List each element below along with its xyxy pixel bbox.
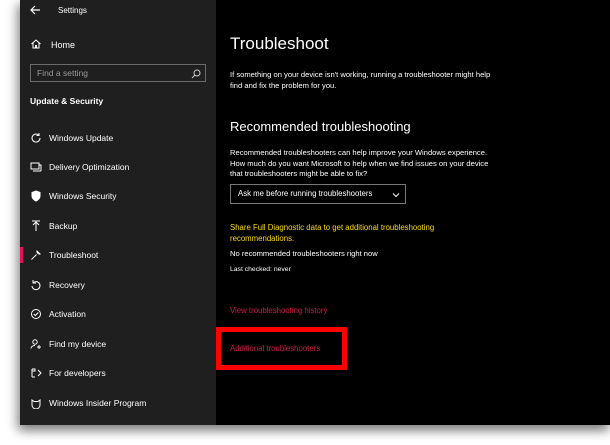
developer-icon (30, 367, 42, 379)
sidebar-item-label: Windows Update (49, 133, 114, 143)
sidebar: Settings Home Find a setting Update & Se… (20, 0, 216, 425)
sidebar-item-windows-update[interactable]: Windows Update (20, 128, 216, 148)
sidebar-item-windows-security[interactable]: Windows Security (20, 186, 216, 206)
sidebar-item-windows-insider-program[interactable]: Windows Insider Program (20, 393, 216, 413)
sidebar-item-label: For developers (49, 368, 106, 378)
sidebar-item-activation[interactable]: Activation (20, 304, 216, 324)
sidebar-item-label: Windows Insider Program (49, 398, 147, 408)
sidebar-item-label: Troubleshoot (49, 250, 99, 260)
sidebar-item-label: Activation (49, 309, 86, 319)
home-icon (30, 38, 44, 52)
person-locate-icon (30, 338, 42, 350)
sidebar-item-troubleshoot[interactable]: Troubleshoot (20, 245, 216, 265)
sidebar-item-label: Recovery (49, 280, 85, 290)
sidebar-item-label: Backup (49, 221, 78, 231)
dropdown-value: Ask me before running troubleshooters (238, 189, 373, 198)
no-recommended-text: No recommended troubleshooters right now (230, 249, 378, 258)
sidebar-item-label: Windows Security (49, 191, 117, 201)
sidebar-item-find-my-device[interactable]: Find my device (20, 334, 216, 354)
window-title: Settings (58, 6, 87, 15)
sidebar-item-label: Find my device (49, 339, 107, 349)
sidebar-item-delivery-optimization[interactable]: Delivery Optimization (20, 157, 216, 177)
delivery-icon (30, 161, 42, 173)
shield-icon (30, 190, 42, 202)
sidebar-item-for-developers[interactable]: For developers (20, 363, 216, 383)
search-icon (191, 68, 201, 79)
home-label: Home (51, 40, 76, 50)
last-checked-text: Last checked: never (230, 266, 291, 273)
troubleshooting-preference-dropdown[interactable]: Ask me before running troubleshooters (230, 184, 406, 204)
home-nav-item[interactable]: Home (30, 37, 210, 53)
sidebar-item-recovery[interactable]: Recovery (20, 275, 216, 295)
check-circle-icon (30, 308, 42, 320)
view-history-link[interactable]: View troubleshooting history (230, 306, 327, 315)
section-title: Update & Security (30, 96, 104, 106)
recovery-icon (30, 279, 42, 291)
refresh-icon (30, 132, 42, 144)
sidebar-item-backup[interactable]: Backup (20, 216, 216, 236)
wrench-icon (30, 249, 42, 261)
search-input[interactable]: Find a setting (30, 64, 206, 82)
sidebar-item-label: Delivery Optimization (49, 162, 130, 172)
insider-cat-icon (30, 397, 42, 410)
share-diagnostic-link[interactable]: Share Full Diagnostic data to get additi… (230, 223, 480, 244)
backup-arrow-icon (30, 220, 42, 232)
title-bar: Settings (20, 0, 216, 22)
search-placeholder: Find a setting (37, 68, 89, 78)
back-arrow-icon[interactable] (28, 3, 44, 19)
page-title: Troubleshoot (230, 34, 329, 53)
highlight-box (216, 327, 347, 370)
recommended-heading: Recommended troubleshooting (230, 119, 411, 134)
chevron-down-icon (391, 189, 401, 199)
recommended-text: Recommended troubleshooters can help imp… (230, 148, 489, 178)
intro-text: If something on your device isn't workin… (230, 70, 491, 90)
